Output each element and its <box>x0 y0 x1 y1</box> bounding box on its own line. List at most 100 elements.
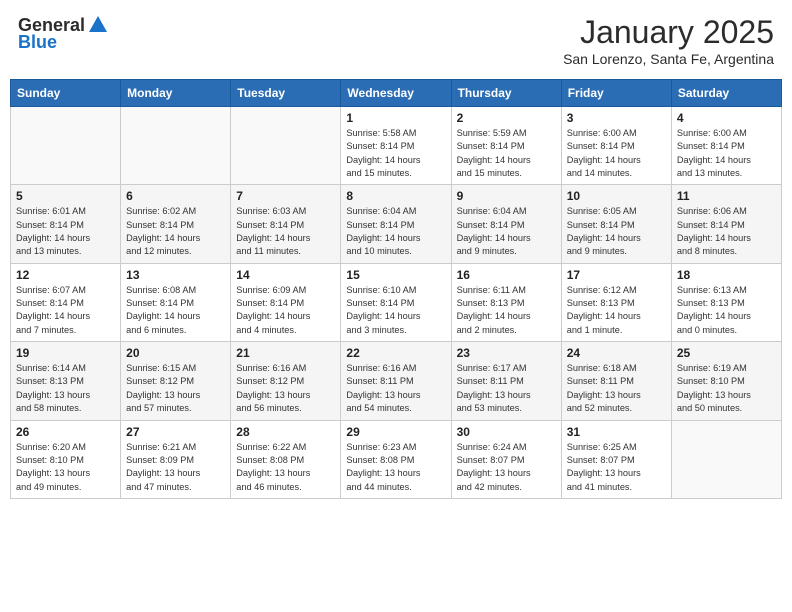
day-number: 16 <box>457 268 556 282</box>
day-info: Sunrise: 6:23 AM Sunset: 8:08 PM Dayligh… <box>346 441 445 494</box>
day-number: 23 <box>457 346 556 360</box>
day-number: 3 <box>567 111 666 125</box>
day-info: Sunrise: 6:09 AM Sunset: 8:14 PM Dayligh… <box>236 284 335 337</box>
day-number: 14 <box>236 268 335 282</box>
location-subtitle: San Lorenzo, Santa Fe, Argentina <box>563 51 774 67</box>
day-info: Sunrise: 6:05 AM Sunset: 8:14 PM Dayligh… <box>567 205 666 258</box>
day-info: Sunrise: 6:19 AM Sunset: 8:10 PM Dayligh… <box>677 362 776 415</box>
day-of-week-header: Monday <box>121 80 231 107</box>
calendar-cell: 4 Sunrise: 6:00 AM Sunset: 8:14 PM Daylig… <box>671 107 781 185</box>
calendar-cell: 20Sunrise: 6:15 AM Sunset: 8:12 PM Dayli… <box>121 342 231 420</box>
calendar-cell: 10 Sunrise: 6:05 AM Sunset: 8:14 PM Dayli… <box>561 185 671 263</box>
calendar-cell <box>121 107 231 185</box>
day-number: 5 <box>16 189 115 203</box>
calendar-cell: 17 Sunrise: 6:12 AM Sunset: 8:13 PM Dayli… <box>561 263 671 341</box>
day-number: 25 <box>677 346 776 360</box>
day-info: Sunrise: 6:20 AM Sunset: 8:10 PM Dayligh… <box>16 441 115 494</box>
calendar-cell: 2Sunrise: 5:59 AM Sunset: 8:14 PM Daylig… <box>451 107 561 185</box>
calendar-week-row: 26 Sunrise: 6:20 AM Sunset: 8:10 PM Dayli… <box>11 420 782 498</box>
calendar-week-row: 19Sunrise: 6:14 AM Sunset: 8:13 PM Dayli… <box>11 342 782 420</box>
logo: General Blue <box>18 14 109 53</box>
calendar-cell: 11 Sunrise: 6:06 AM Sunset: 8:14 PM Dayli… <box>671 185 781 263</box>
day-number: 20 <box>126 346 225 360</box>
day-number: 7 <box>236 189 335 203</box>
day-info: Sunrise: 6:01 AM Sunset: 8:14 PM Dayligh… <box>16 205 115 258</box>
day-info: Sunrise: 6:16 AM Sunset: 8:11 PM Dayligh… <box>346 362 445 415</box>
day-info: Sunrise: 6:06 AM Sunset: 8:14 PM Dayligh… <box>677 205 776 258</box>
day-number: 15 <box>346 268 445 282</box>
calendar-week-row: 5 Sunrise: 6:01 AM Sunset: 8:14 PM Daylig… <box>11 185 782 263</box>
calendar-cell: 8Sunrise: 6:04 AM Sunset: 8:14 PM Daylig… <box>341 185 451 263</box>
day-info: Sunrise: 6:02 AM Sunset: 8:14 PM Dayligh… <box>126 205 225 258</box>
day-info: Sunrise: 6:16 AM Sunset: 8:12 PM Dayligh… <box>236 362 335 415</box>
day-number: 27 <box>126 425 225 439</box>
day-number: 1 <box>346 111 445 125</box>
calendar-cell: 25 Sunrise: 6:19 AM Sunset: 8:10 PM Dayli… <box>671 342 781 420</box>
calendar-cell <box>671 420 781 498</box>
calendar-cell: 30Sunrise: 6:24 AM Sunset: 8:07 PM Dayli… <box>451 420 561 498</box>
calendar-cell: 9 Sunrise: 6:04 AM Sunset: 8:14 PM Daylig… <box>451 185 561 263</box>
calendar-cell: 13 Sunrise: 6:08 AM Sunset: 8:14 PM Dayli… <box>121 263 231 341</box>
page-header: General Blue January 2025 San Lorenzo, S… <box>10 10 782 71</box>
day-info: Sunrise: 6:10 AM Sunset: 8:14 PM Dayligh… <box>346 284 445 337</box>
calendar-cell: 5 Sunrise: 6:01 AM Sunset: 8:14 PM Daylig… <box>11 185 121 263</box>
calendar-cell: 21 Sunrise: 6:16 AM Sunset: 8:12 PM Dayli… <box>231 342 341 420</box>
day-info: Sunrise: 6:00 AM Sunset: 8:14 PM Dayligh… <box>567 127 666 180</box>
day-of-week-header: Tuesday <box>231 80 341 107</box>
day-number: 13 <box>126 268 225 282</box>
day-number: 4 <box>677 111 776 125</box>
calendar-cell: 16 Sunrise: 6:11 AM Sunset: 8:13 PM Dayli… <box>451 263 561 341</box>
calendar-cell: 12Sunrise: 6:07 AM Sunset: 8:14 PM Dayli… <box>11 263 121 341</box>
day-number: 21 <box>236 346 335 360</box>
day-number: 11 <box>677 189 776 203</box>
day-info: Sunrise: 6:22 AM Sunset: 8:08 PM Dayligh… <box>236 441 335 494</box>
day-info: Sunrise: 6:25 AM Sunset: 8:07 PM Dayligh… <box>567 441 666 494</box>
day-info: Sunrise: 6:18 AM Sunset: 8:11 PM Dayligh… <box>567 362 666 415</box>
day-info: Sunrise: 6:12 AM Sunset: 8:13 PM Dayligh… <box>567 284 666 337</box>
calendar-cell: 27 Sunrise: 6:21 AM Sunset: 8:09 PM Dayli… <box>121 420 231 498</box>
day-info: Sunrise: 6:14 AM Sunset: 8:13 PM Dayligh… <box>16 362 115 415</box>
month-title: January 2025 <box>563 14 774 51</box>
day-info: Sunrise: 6:17 AM Sunset: 8:11 PM Dayligh… <box>457 362 556 415</box>
calendar-cell: 6 Sunrise: 6:02 AM Sunset: 8:14 PM Daylig… <box>121 185 231 263</box>
day-of-week-header: Sunday <box>11 80 121 107</box>
day-number: 2 <box>457 111 556 125</box>
day-info: Sunrise: 6:04 AM Sunset: 8:14 PM Dayligh… <box>457 205 556 258</box>
calendar-cell: 28Sunrise: 6:22 AM Sunset: 8:08 PM Dayli… <box>231 420 341 498</box>
day-number: 10 <box>567 189 666 203</box>
calendar-cell: 7Sunrise: 6:03 AM Sunset: 8:14 PM Daylig… <box>231 185 341 263</box>
day-of-week-header: Friday <box>561 80 671 107</box>
calendar-week-row: 1Sunrise: 5:58 AM Sunset: 8:14 PM Daylig… <box>11 107 782 185</box>
calendar-cell: 24Sunrise: 6:18 AM Sunset: 8:11 PM Dayli… <box>561 342 671 420</box>
day-number: 17 <box>567 268 666 282</box>
day-number: 29 <box>346 425 445 439</box>
day-number: 8 <box>346 189 445 203</box>
calendar-cell: 31 Sunrise: 6:25 AM Sunset: 8:07 PM Dayli… <box>561 420 671 498</box>
day-number: 26 <box>16 425 115 439</box>
day-info: Sunrise: 6:00 AM Sunset: 8:14 PM Dayligh… <box>677 127 776 180</box>
day-info: Sunrise: 6:13 AM Sunset: 8:13 PM Dayligh… <box>677 284 776 337</box>
day-info: Sunrise: 6:21 AM Sunset: 8:09 PM Dayligh… <box>126 441 225 494</box>
day-info: Sunrise: 6:24 AM Sunset: 8:07 PM Dayligh… <box>457 441 556 494</box>
day-number: 22 <box>346 346 445 360</box>
logo-blue-text: Blue <box>18 32 57 53</box>
day-info: Sunrise: 6:08 AM Sunset: 8:14 PM Dayligh… <box>126 284 225 337</box>
calendar-cell: 29 Sunrise: 6:23 AM Sunset: 8:08 PM Dayli… <box>341 420 451 498</box>
calendar-cell: 19Sunrise: 6:14 AM Sunset: 8:13 PM Dayli… <box>11 342 121 420</box>
calendar-cell: 23 Sunrise: 6:17 AM Sunset: 8:11 PM Dayli… <box>451 342 561 420</box>
calendar-cell: 3 Sunrise: 6:00 AM Sunset: 8:14 PM Daylig… <box>561 107 671 185</box>
day-of-week-header: Saturday <box>671 80 781 107</box>
day-of-week-header: Thursday <box>451 80 561 107</box>
day-number: 18 <box>677 268 776 282</box>
calendar-cell: 22 Sunrise: 6:16 AM Sunset: 8:11 PM Dayli… <box>341 342 451 420</box>
calendar-cell <box>11 107 121 185</box>
day-of-week-header: Wednesday <box>341 80 451 107</box>
day-number: 31 <box>567 425 666 439</box>
day-number: 6 <box>126 189 225 203</box>
logo-icon <box>87 14 109 36</box>
title-block: January 2025 San Lorenzo, Santa Fe, Arge… <box>563 14 774 67</box>
calendar-cell <box>231 107 341 185</box>
day-info: Sunrise: 6:11 AM Sunset: 8:13 PM Dayligh… <box>457 284 556 337</box>
calendar-cell: 18 Sunrise: 6:13 AM Sunset: 8:13 PM Dayli… <box>671 263 781 341</box>
day-number: 9 <box>457 189 556 203</box>
